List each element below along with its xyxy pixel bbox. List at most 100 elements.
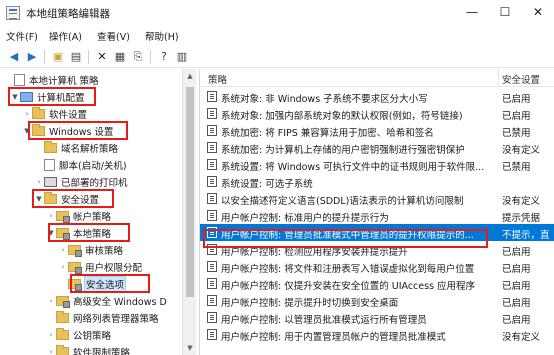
policy-item-icon [207,125,217,136]
expand-arrow-icon[interactable]: › [46,212,56,220]
policy-row[interactable]: 系统对象: 非 Windows 子系统不要求区分大小写 已启用 [200,88,554,105]
back-icon[interactable]: ◀ [6,49,22,65]
forward-icon[interactable]: ▶ [24,49,40,65]
toolbar-separator [88,50,89,64]
policy-editor-icon [6,6,20,20]
policy-row[interactable]: 系统加密: 为计算机上存储的用户密钥强制进行强密钥保护 没有定义 [200,139,554,156]
menu-help[interactable]: 帮助(H) [145,29,179,43]
tree-item-local-policy[interactable]: 本地计算机 策略 [4,72,99,88]
policy-setting: 已禁用 [502,128,531,139]
highlight-box [48,223,130,242]
policy-setting: 已启用 [502,315,531,326]
close-button[interactable]: ✕ [521,0,554,26]
policy-name: 用户帐户控制: 用于内置管理员帐户的管理员批准模式 [221,332,446,343]
folder-icon [56,345,69,355]
policy-list-pane: 策略 安全设置 系统对象: 非 Windows 子系统不要求区分大小写 已启用 系统… [199,69,554,355]
policy-row[interactable]: 系统加密: 将 FIPS 兼容算法用于加密、哈希和签名 已禁用 [200,122,554,139]
policy-setting: 提示凭据 [502,213,541,224]
tree-item-software-restriction[interactable]: › 软件限制策略 [46,344,130,355]
expand-arrow-icon[interactable]: › [46,297,56,305]
properties-icon[interactable]: ▦ [112,49,128,65]
tree-item-label: 网络列表管理器策略 [73,314,159,325]
policy-row[interactable]: 系统设置: 将 Windows 可执行文件中的证书规则用于软件限... 已禁用 [200,156,554,173]
policy-row[interactable]: 系统对象: 加强内部系统对象的默认权限(例如，符号链接) 已启用 [200,105,554,122]
tree-item-account-policies[interactable]: › 帐户策略 [46,208,111,224]
tree-item-label: 帐户策略 [73,212,112,223]
policy-item-icon [207,193,217,204]
tree-item-label: 审核策略 [85,246,124,257]
expand-arrow-icon[interactable]: › [46,331,56,339]
tree-item-user-rights[interactable]: › 用户权限分配 [58,259,142,275]
tree-pane: 本地计算机 策略 ▼ 计算机配置 › 软件设置 ▼ Windows 设置 域名解… [0,69,196,355]
tree-item-label: 本地计算机 策略 [29,76,99,87]
policy-row[interactable]: 用户帐户控制: 将文件和注册表写入错误虚拟化到每用户位置 已启用 [200,258,554,275]
policy-item-icon [207,176,217,187]
policy-name: 用户帐户控制: 将文件和注册表写入错误虚拟化到每用户位置 [221,264,475,275]
tree-scrollbar[interactable]: ▲ ▼ [182,69,196,355]
tree-item-audit-policy[interactable]: › 审核策略 [58,242,123,258]
policy-row[interactable]: 用户帐户控制: 仅提升安装在安全位置的 UIAccess 应用程序 已启用 [200,275,554,292]
policy-name: 系统加密: 将 FIPS 兼容算法用于加密、哈希和签名 [221,128,434,139]
script-icon [44,159,55,171]
help-icon[interactable]: ? [156,49,172,65]
maximize-button[interactable]: ☐ [488,0,522,26]
policy-setting: 已启用 [502,111,531,122]
column-header-setting[interactable]: 安全设置 [502,72,540,86]
show-tree-icon[interactable]: ▤ [68,49,84,65]
policy-setting: 已启用 [502,264,531,275]
policy-row[interactable]: 用户帐户控制: 用于内置管理员帐户的管理员批准模式 没有定义 [200,326,554,343]
highlight-box [32,189,114,208]
details-view-icon[interactable]: ▥ [174,49,190,65]
policy-row[interactable]: 用户帐户控制: 提示提升时切换到安全桌面 已启用 [200,292,554,309]
expand-arrow-icon[interactable]: › [46,348,56,355]
minimize-button[interactable]: — [455,0,489,26]
policy-setting: 已启用 [502,298,531,309]
menu-action[interactable]: 操作(A) [49,29,82,43]
policy-setting: 没有定义 [502,196,541,207]
policy-row[interactable]: 用户帐户控制: 标准用户的提升提示行为 提示凭据 [200,207,554,224]
tree-item-printers[interactable]: › 已部署的打印机 [34,174,128,190]
column-separator[interactable] [498,69,499,87]
tree-item-software-settings[interactable]: › 软件设置 [22,106,87,122]
policy-item-icon [207,108,217,119]
export-icon[interactable]: ⎘ [130,49,146,65]
up-folder-icon[interactable]: ▣ [50,49,66,65]
menu-file[interactable]: 文件(F) [6,29,38,43]
expand-arrow-icon[interactable]: › [34,178,44,186]
policy-row[interactable]: 以安全描述符定义语言(SDDL)语法表示的计算机访问限制 没有定义 [200,190,554,207]
tree-item-scripts[interactable]: 脚本(启动/关机) [34,157,127,173]
tree-item-network-list[interactable]: 网络列表管理器策略 [46,310,159,326]
toolbar-separator [150,50,151,64]
policy-name: 系统设置: 可选子系统 [221,179,313,190]
tree-item-label: 高级安全 Windows D [73,297,167,308]
expand-arrow-icon[interactable]: › [58,246,68,254]
scroll-down-icon[interactable]: ▼ [183,341,196,355]
expand-arrow-icon[interactable]: › [22,110,32,118]
tree-item-label: 域名解析策略 [61,144,119,155]
policy-name: 用户帐户控制: 仅提升安装在安全位置的 UIAccess 应用程序 [221,281,476,292]
policy-setting: 已启用 [502,247,531,258]
tree-item-label: 公钥策略 [73,331,112,342]
scroll-up-icon[interactable]: ▲ [183,69,196,83]
delete-icon[interactable]: ✕ [94,49,110,65]
policy-item-icon [207,210,217,221]
expand-arrow-icon[interactable]: › [58,263,68,271]
toolbar: ◀ ▶ ▣ ▤ ✕ ▦ ⎘ ? ▥ [0,46,554,68]
printer-icon [44,177,57,187]
folder-icon [44,141,57,153]
tree-item-label: 已部署的打印机 [61,178,128,189]
column-header-policy[interactable]: 策略 [208,72,227,86]
policy-name: 用户帐户控制: 以管理员批准模式运行所有管理员 [221,315,427,326]
menu-view[interactable]: 查看(V) [97,29,130,43]
policy-name: 系统设置: 将 Windows 可执行文件中的证书规则用于软件限... [221,162,485,173]
policy-row[interactable]: 系统设置: 可选子系统 [200,173,554,190]
policy-row[interactable]: 用户帐户控制: 以管理员批准模式运行所有管理员 已启用 [200,309,554,326]
tree-item-public-key[interactable]: › 公钥策略 [46,327,111,343]
policy-name: 系统对象: 加强内部系统对象的默认权限(例如，符号链接) [221,111,463,122]
policy-item-icon [207,312,217,323]
tree-item-advanced-firewall[interactable]: › 高级安全 Windows D [46,293,167,309]
scroll-thumb[interactable] [186,87,194,297]
policy-item-icon [207,91,217,102]
tree-item-name-resolution[interactable]: 域名解析策略 [34,140,118,156]
folder-icon [32,107,45,119]
